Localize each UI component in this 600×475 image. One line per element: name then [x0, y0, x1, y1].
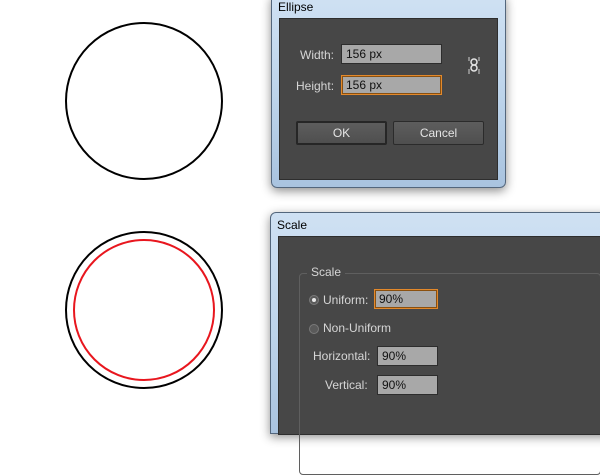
horizontal-label: Horizontal:: [313, 349, 371, 363]
scale-group-title: Scale: [307, 265, 346, 279]
uniform-field[interactable]: 90%: [374, 289, 438, 309]
width-label: Width:: [300, 48, 335, 62]
constrain-proportions-icon[interactable]: [466, 56, 482, 76]
scale-dialog: Scale Scale Uniform: 90% Non-Uniform Hor…: [270, 212, 600, 475]
ellipse-dialog-title: Ellipse: [278, 0, 314, 14]
cancel-button[interactable]: Cancel: [393, 121, 484, 145]
ellipse-dialog: Ellipse Width: 156 px Height: 156 px OK …: [271, 0, 506, 188]
scale-dialog-title: Scale: [277, 218, 308, 232]
non-uniform-radio[interactable]: [309, 324, 319, 334]
uniform-radio[interactable]: [309, 295, 319, 305]
scale-dialog-body: Scale Uniform: 90% Non-Uniform Horizonta…: [278, 236, 600, 475]
height-field[interactable]: 156 px: [341, 75, 442, 95]
height-label: Height:: [296, 79, 335, 93]
vertical-field[interactable]: 90%: [377, 375, 438, 395]
ok-button[interactable]: OK: [296, 121, 387, 145]
vertical-label: Vertical:: [325, 378, 368, 392]
circle-shape[interactable]: [65, 22, 223, 180]
ellipse-dialog-body: Width: 156 px Height: 156 px OK Cancel: [279, 18, 498, 180]
inner-scaled-circle-shape[interactable]: [73, 239, 215, 381]
horizontal-field[interactable]: 90%: [377, 346, 438, 366]
outer-circle-shape[interactable]: [65, 231, 223, 389]
width-field[interactable]: 156 px: [341, 44, 442, 64]
uniform-label: Uniform:: [323, 293, 369, 307]
non-uniform-label: Non-Uniform: [323, 321, 392, 335]
